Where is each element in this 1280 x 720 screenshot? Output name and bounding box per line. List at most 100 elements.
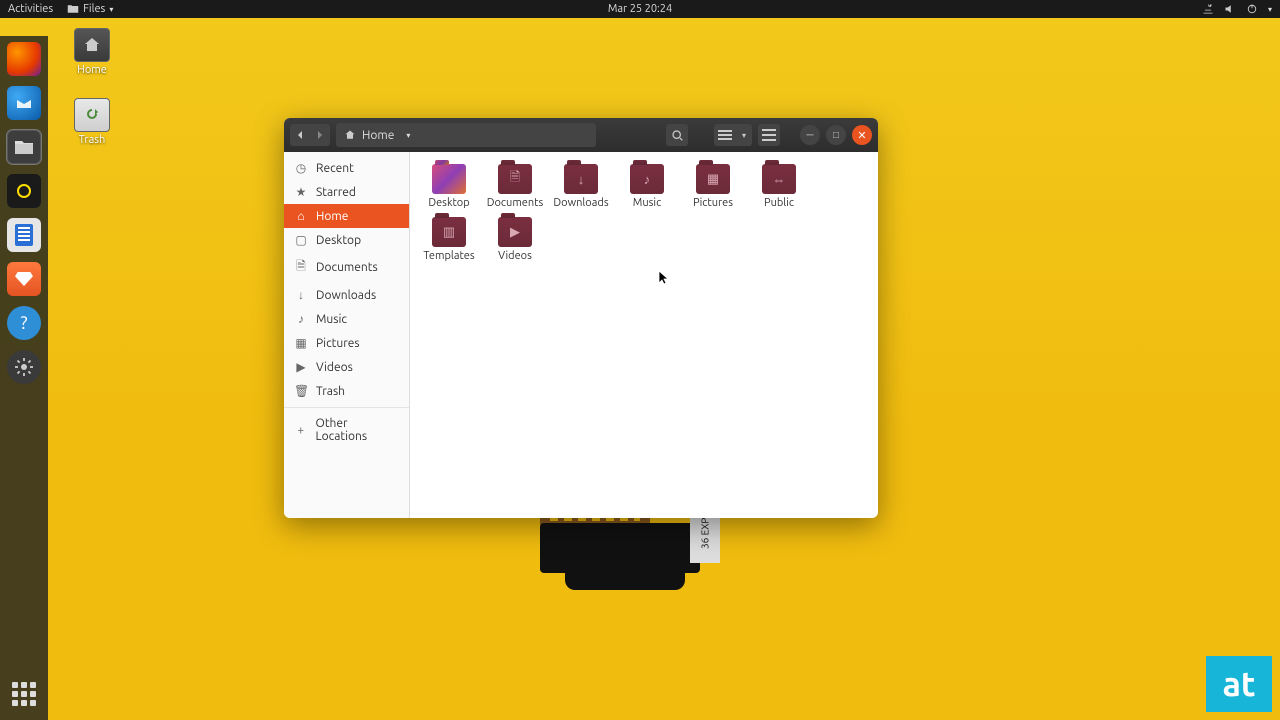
- sidebar-item-label: Videos: [316, 361, 353, 374]
- sidebar-item-downloads[interactable]: ↓Downloads: [284, 283, 409, 307]
- desktop-icon-label: Trash: [79, 134, 106, 146]
- close-button[interactable]: ✕: [852, 125, 872, 145]
- folder-label: Downloads: [553, 197, 608, 209]
- home-icon: [344, 129, 356, 141]
- sidebar-item-label: Pictures: [316, 337, 360, 350]
- desktop-icon: ▢: [294, 233, 308, 247]
- sidebar-item-label: Other Locations: [316, 417, 399, 443]
- desktop-icon-home[interactable]: Home: [62, 28, 122, 76]
- star-icon: ★: [294, 185, 308, 199]
- forward-button[interactable]: [310, 124, 330, 146]
- dock-software[interactable]: [7, 262, 41, 296]
- app-menu-label: Files: [83, 3, 105, 15]
- folder-label: Documents: [487, 197, 544, 209]
- folder-icon: ↓: [564, 164, 598, 194]
- sidebar: ◷ Recent ★ Starred ⌂ Home ▢Desktop 🗎 Documen…: [284, 152, 410, 518]
- nav-buttons: [290, 124, 330, 146]
- dock-writer[interactable]: [7, 218, 41, 252]
- titlebar: Home ▾ ▾ ─ □ ✕: [284, 118, 878, 152]
- path-bar[interactable]: Home ▾: [336, 123, 596, 147]
- sidebar-item-label: Music: [316, 313, 347, 326]
- dock-settings[interactable]: [7, 350, 41, 384]
- folder-music[interactable]: ♪ Music: [614, 162, 680, 211]
- folder-pictures[interactable]: ▦ Pictures: [680, 162, 746, 211]
- sidebar-item-starred[interactable]: ★ Starred: [284, 180, 409, 204]
- clock-icon: ◷: [294, 161, 308, 175]
- folder-documents[interactable]: 🗎Documents: [482, 162, 548, 211]
- app-menu[interactable]: Files ▾: [67, 3, 113, 15]
- sidebar-item-other-locations[interactable]: + Other Locations: [284, 412, 409, 448]
- folder-icon: [432, 164, 466, 194]
- home-icon: ⌂: [294, 209, 308, 223]
- sidebar-item-pictures[interactable]: ▦ Pictures: [284, 331, 409, 355]
- desktop-icon-label: Home: [77, 64, 107, 76]
- dock-firefox[interactable]: [7, 42, 41, 76]
- dock-files[interactable]: [7, 130, 41, 164]
- activities-button[interactable]: Activities: [8, 3, 53, 15]
- desktop-icon-trash[interactable]: Trash: [62, 98, 122, 146]
- folder-templates[interactable]: ▥ Templates: [416, 215, 482, 264]
- desktop: 36 EXP ? Home Trash: [0, 18, 1280, 720]
- sidebar-item-label: Documents: [316, 261, 378, 274]
- files-window: Home ▾ ▾ ─ □ ✕ ◷ Recent: [284, 118, 878, 518]
- sidebar-item-music[interactable]: ♪ Music: [284, 307, 409, 331]
- video-icon: ▶: [294, 360, 308, 374]
- folder-label: Pictures: [693, 197, 733, 209]
- folder-icon: [67, 3, 79, 15]
- sidebar-item-label: Downloads: [316, 289, 376, 302]
- folder-icon: ▶: [498, 217, 532, 247]
- folder-downloads[interactable]: ↓ Downloads: [548, 162, 614, 211]
- folder-grid[interactable]: Desktop 🗎Documents ↓ Downloads ♪ Music ▦ Pi…: [410, 152, 878, 518]
- back-button[interactable]: [290, 124, 310, 146]
- view-toggle: ▾: [714, 124, 752, 146]
- search-button[interactable]: [666, 124, 688, 146]
- dock-help[interactable]: ?: [7, 306, 41, 340]
- top-panel: Activities Files ▾ Mar 25 20:24 ▾: [0, 0, 1280, 18]
- folder-label: Desktop: [428, 197, 469, 209]
- folder-videos[interactable]: ▶ Videos: [482, 215, 548, 264]
- list-view-button[interactable]: [714, 124, 736, 146]
- sidebar-item-videos[interactable]: ▶ Videos: [284, 355, 409, 379]
- minimize-button[interactable]: ─: [800, 125, 820, 145]
- clock[interactable]: Mar 25 20:24: [608, 3, 672, 15]
- sidebar-item-home[interactable]: ⌂ Home: [284, 204, 409, 228]
- hamburger-menu-button[interactable]: [758, 124, 780, 146]
- network-icon[interactable]: [1202, 3, 1214, 15]
- path-label: Home: [362, 129, 394, 142]
- chevron-down-icon: ▾: [109, 5, 113, 14]
- sidebar-item-label: Starred: [316, 186, 356, 199]
- chevron-down-icon: ▾: [406, 131, 410, 140]
- dock-rhythmbox[interactable]: [7, 174, 41, 208]
- trash-icon: 🗑: [294, 384, 308, 398]
- home-icon: [74, 28, 110, 62]
- plus-icon: +: [294, 424, 308, 437]
- sidebar-item-recent[interactable]: ◷ Recent: [284, 156, 409, 180]
- sidebar-item-desktop[interactable]: ▢Desktop: [284, 228, 409, 252]
- power-icon[interactable]: [1246, 3, 1258, 15]
- show-applications-button[interactable]: [12, 682, 36, 706]
- dock-thunderbird[interactable]: [7, 86, 41, 120]
- folder-icon: ▦: [696, 164, 730, 194]
- folder-label: Videos: [498, 250, 532, 262]
- sidebar-item-label: Home: [316, 210, 348, 223]
- sidebar-item-documents[interactable]: 🗎 Documents: [284, 252, 409, 283]
- watermark-badge: at: [1206, 656, 1272, 712]
- sidebar-item-trash[interactable]: 🗑 Trash: [284, 379, 409, 403]
- view-dropdown-button[interactable]: ▾: [736, 124, 752, 146]
- folder-desktop[interactable]: Desktop: [416, 162, 482, 211]
- system-menu-chevron-icon[interactable]: ▾: [1268, 5, 1272, 14]
- picture-icon: ▦: [294, 336, 308, 350]
- document-icon: 🗎: [294, 257, 308, 278]
- dock: ?: [0, 36, 48, 720]
- folder-label: Templates: [423, 250, 474, 262]
- maximize-button[interactable]: □: [826, 125, 846, 145]
- folder-public[interactable]: ⇔Public: [746, 162, 812, 211]
- folder-icon: ▥: [432, 217, 466, 247]
- folder-label: Music: [633, 197, 661, 209]
- folder-icon: ♪: [630, 164, 664, 194]
- music-icon: ♪: [294, 312, 308, 326]
- folder-label: Public: [764, 197, 794, 209]
- sidebar-item-label: Trash: [316, 385, 345, 398]
- volume-icon[interactable]: [1224, 3, 1236, 15]
- sidebar-item-label: Recent: [316, 162, 354, 175]
